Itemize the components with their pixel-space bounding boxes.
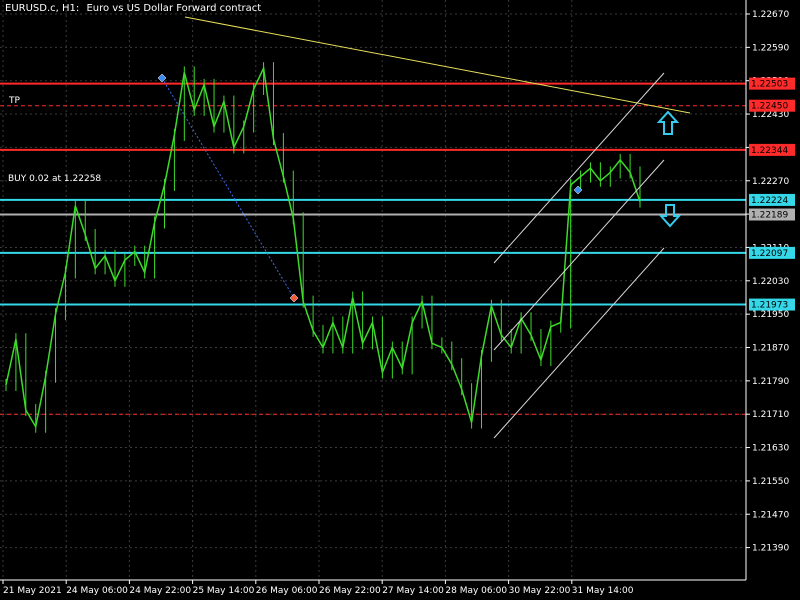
chart-header: EURUSD.c, H1: Euro vs US Dollar Forward … bbox=[5, 3, 261, 14]
x-tick-label: 31 May 14:00 bbox=[572, 586, 634, 596]
x-tick-label: 25 May 14:00 bbox=[193, 586, 255, 596]
x-tick-label: 21 May 2021 bbox=[3, 586, 62, 596]
price-level-tag-label: 1.21973 bbox=[751, 301, 788, 311]
y-tick-label: 1.21470 bbox=[752, 510, 789, 520]
price-chart[interactable]: 1.226701.225901.225101.224301.223501.222… bbox=[0, 0, 800, 600]
symbol-description: Euro vs US Dollar Forward contract bbox=[86, 3, 262, 14]
y-tick-label: 1.21710 bbox=[752, 410, 789, 420]
x-tick-label: 28 May 06:00 bbox=[445, 586, 507, 596]
y-tick-label: 1.21870 bbox=[752, 344, 789, 354]
y-tick-label: 1.22270 bbox=[752, 177, 789, 187]
symbol-timeframe: EURUSD.c, H1: bbox=[5, 3, 80, 14]
x-tick-label: 26 May 22:00 bbox=[319, 586, 381, 596]
price-level-tag-label: 1.22189 bbox=[751, 211, 788, 221]
y-tick-label: 1.21950 bbox=[752, 310, 789, 320]
price-level-tag-label: 1.22224 bbox=[751, 196, 788, 206]
y-tick-label: 1.21390 bbox=[752, 544, 789, 554]
price-level-tag-label: 1.22503 bbox=[751, 80, 788, 90]
y-tick-label: 1.22030 bbox=[752, 277, 789, 287]
x-tick-label: 27 May 14:00 bbox=[382, 586, 444, 596]
y-tick-label: 1.21550 bbox=[752, 477, 789, 487]
x-tick-label: 24 May 06:00 bbox=[66, 586, 128, 596]
y-tick-label: 1.22590 bbox=[752, 43, 789, 53]
x-tick-label: 24 May 22:00 bbox=[129, 586, 191, 596]
y-tick-label: 1.22670 bbox=[752, 10, 789, 20]
x-tick-label: 26 May 06:00 bbox=[256, 586, 318, 596]
chart-background bbox=[0, 0, 800, 600]
price-level-tag-label: 1.22344 bbox=[751, 146, 788, 156]
tp-label: TP bbox=[9, 96, 20, 106]
buy-order-label: BUY 0.02 at 1.22258 bbox=[8, 174, 102, 184]
price-level-tag-label: 1.22450 bbox=[751, 102, 788, 112]
y-tick-label: 1.21790 bbox=[752, 377, 789, 387]
y-tick-label: 1.21630 bbox=[752, 444, 789, 454]
price-level-tag-label: 1.22097 bbox=[751, 249, 788, 259]
x-tick-label: 30 May 22:00 bbox=[509, 586, 571, 596]
